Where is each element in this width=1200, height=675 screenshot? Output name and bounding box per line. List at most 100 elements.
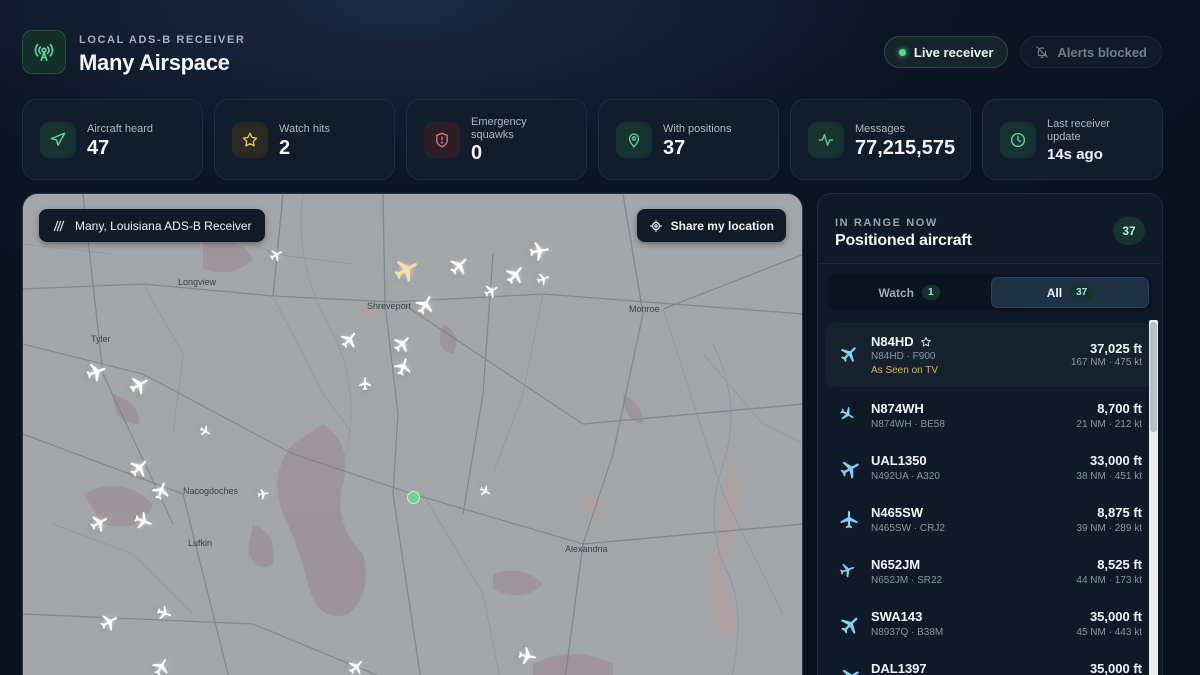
antenna-icon	[53, 220, 65, 231]
watch-tag: As Seen on TV	[871, 365, 939, 376]
stat-label: Aircraft heard	[87, 123, 154, 135]
aircraft-marker[interactable]	[84, 360, 108, 389]
panel-title: Positioned aircraft	[835, 232, 972, 249]
tab-count-badge: 1	[922, 285, 940, 300]
aircraft-registration: N874WH · BE58	[871, 419, 945, 430]
aircraft-registration: N465SW · CRJ2	[871, 523, 945, 534]
aircraft-distance-speed: 39 NM · 289 kt	[1076, 523, 1142, 534]
plane-icon	[838, 665, 862, 675]
antenna-icon	[22, 30, 66, 74]
page-title: Many Airspace	[79, 50, 230, 75]
aircraft-marker[interactable]	[413, 293, 437, 322]
locate-icon	[649, 219, 662, 232]
stat-watch-hits: Watch hits 2	[214, 99, 395, 180]
activity-icon	[808, 122, 844, 158]
watched-aircraft-marker[interactable]	[391, 255, 421, 290]
alerts-blocked-button[interactable]: Alerts blocked	[1020, 36, 1162, 68]
aircraft-altitude: 35,000 ft	[1089, 661, 1142, 675]
aircraft-marker[interactable]	[357, 376, 373, 397]
aircraft-marker[interactable]	[527, 239, 551, 268]
aircraft-callsign: N84HD	[871, 334, 932, 349]
aircraft-marker[interactable]	[478, 484, 492, 503]
aircraft-marker[interactable]	[338, 329, 360, 356]
share-location-button[interactable]: Share my location	[636, 209, 786, 242]
tab-all[interactable]: All 37	[991, 277, 1149, 308]
stat-value: 0	[471, 142, 483, 164]
receiver-location-chip: Many, Louisiana ADS-B Receiver	[39, 209, 265, 242]
aircraft-callsign: UAL1350	[871, 453, 927, 468]
aircraft-marker[interactable]	[98, 611, 120, 638]
aircraft-marker[interactable]	[88, 512, 110, 539]
plane-icon	[838, 561, 856, 584]
tab-label: Watch	[878, 285, 914, 300]
aircraft-marker[interactable]	[503, 263, 527, 292]
stat-value: 77,215,575	[855, 137, 956, 159]
stat-label: Last receiver update	[1047, 118, 1110, 143]
aircraft-marker[interactable]	[150, 480, 172, 507]
aircraft-altitude: 8,875 ft	[1097, 505, 1142, 520]
stat-last-update: Last receiver update 14s ago	[982, 99, 1163, 180]
city-label: Lufkin	[188, 538, 213, 548]
aircraft-marker[interactable]	[150, 656, 172, 675]
plane-icon	[838, 343, 860, 370]
aircraft-distance-speed: 44 NM · 173 kt	[1076, 575, 1142, 586]
stat-value: 47	[87, 137, 110, 159]
shield-alert-icon	[424, 122, 460, 158]
city-label: Nacogdoches	[183, 486, 239, 496]
aircraft-altitude: 8,525 ft	[1097, 557, 1142, 572]
aircraft-list: N84HD N84HD · F900 As Seen on TV 37,025 …	[826, 323, 1152, 675]
plane-icon	[40, 122, 76, 158]
aircraft-distance-speed: 45 NM · 443 kt	[1076, 627, 1142, 638]
aircraft-marker[interactable]	[535, 271, 551, 292]
aircraft-marker[interactable]	[127, 456, 151, 485]
aircraft-callsign: N874WH	[871, 401, 924, 416]
receiver-location-marker	[407, 491, 420, 504]
list-item[interactable]: N874WH N874WH · BE58 8,700 ft 21 NM · 21…	[826, 391, 1152, 443]
live-receiver-button[interactable]: Live receiver	[883, 36, 1009, 68]
aircraft-list-scrollbar[interactable]	[1149, 320, 1158, 675]
aircraft-marker[interactable]	[346, 657, 366, 675]
aircraft-registration: N8937Q · B38M	[871, 627, 944, 638]
positioned-aircraft-panel: IN RANGE NOW Positioned aircraft 37 Watc…	[817, 193, 1163, 675]
aircraft-marker[interactable]	[392, 356, 414, 383]
plane-icon	[838, 457, 862, 486]
tab-label: All	[1046, 285, 1063, 300]
aircraft-marker[interactable]	[127, 373, 151, 402]
aircraft-distance-speed: 21 NM · 212 kt	[1076, 419, 1142, 430]
aircraft-map[interactable]: Shreveport Longview Tyler Monroe Nacogdo…	[22, 193, 803, 675]
list-item[interactable]: SWA143 N8937Q · B38M 35,000 ft 45 NM · 4…	[826, 599, 1152, 651]
aircraft-registration: N84HD · F900	[871, 351, 936, 362]
tab-watch[interactable]: Watch 1	[831, 277, 987, 308]
aircraft-distance-speed: 38 NM · 451 kt	[1076, 471, 1142, 482]
aircraft-marker[interactable]	[132, 510, 154, 537]
list-item[interactable]: UAL1350 N492UA · A320 33,000 ft 38 NM · …	[826, 443, 1152, 495]
stats-row: Aircraft heard 47 Watch hits 2 Emergency…	[22, 99, 1163, 180]
aircraft-distance-speed: 167 NM · 475 kt	[1070, 357, 1142, 368]
list-item[interactable]: N652JM N652JM · SR22 8,525 ft 44 NM · 17…	[826, 547, 1152, 599]
aircraft-altitude: 37,025 ft	[1089, 341, 1142, 356]
aircraft-marker[interactable]	[482, 282, 500, 305]
stat-emergency-squawks: Emergency squawks 0	[406, 99, 587, 180]
aircraft-marker[interactable]	[516, 645, 538, 672]
aircraft-marker[interactable]	[198, 424, 212, 443]
star-icon[interactable]	[920, 336, 932, 348]
list-item[interactable]: N84HD N84HD · F900 As Seen on TV 37,025 …	[826, 323, 1152, 387]
clock-icon	[1000, 122, 1036, 158]
plane-icon	[838, 613, 862, 642]
stat-label: With positions	[663, 123, 732, 135]
aircraft-altitude: 35,000 ft	[1089, 609, 1142, 624]
list-item[interactable]: N465SW N465SW · CRJ2 8,875 ft 39 NM · 28…	[826, 495, 1152, 547]
stat-value: 37	[663, 137, 686, 159]
aircraft-marker[interactable]	[155, 604, 173, 627]
aircraft-callsign: N465SW	[871, 505, 924, 520]
plane-icon	[838, 405, 856, 428]
aircraft-marker[interactable]	[268, 247, 284, 268]
aircraft-callsign: SWA143	[871, 609, 923, 624]
scrollbar-thumb[interactable]	[1150, 322, 1157, 432]
list-item[interactable]: DAL1397 35,000 ft	[826, 651, 1152, 675]
share-location-label: Share my location	[670, 218, 774, 233]
aircraft-marker[interactable]	[256, 487, 270, 506]
aircraft-marker[interactable]	[447, 254, 471, 283]
plane-icon	[838, 509, 860, 536]
stat-with-positions: With positions 37	[598, 99, 779, 180]
